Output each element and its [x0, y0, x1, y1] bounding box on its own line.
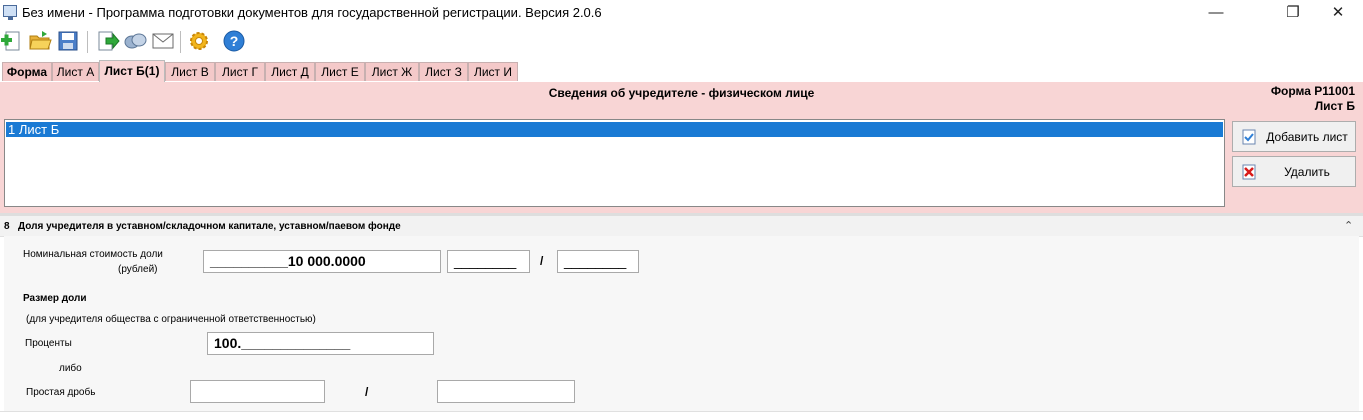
minimize-button[interactable]: —: [1193, 0, 1239, 26]
tab-list-v[interactable]: Лист В: [165, 62, 215, 81]
tab-list-e[interactable]: Лист Е: [315, 62, 365, 81]
list-item[interactable]: 1 Лист Б: [6, 122, 1223, 137]
panel-title: Сведения об учредителе - физическом лице: [548, 86, 815, 100]
section-body: Номинальная стоимость доли (рублей) ____…: [4, 236, 1359, 413]
app-monitor-icon: [3, 5, 17, 20]
toolbar-separator: [180, 31, 181, 53]
nominal-value-field[interactable]: __________10 000.0000: [203, 250, 441, 273]
tab-list-a[interactable]: Лист А: [52, 62, 99, 81]
fraction-numerator-field[interactable]: [190, 380, 325, 403]
help-icon[interactable]: ?: [222, 29, 246, 53]
share-note: (для учредителя общества с ограниченной …: [26, 314, 316, 325]
fraction-denominator-field[interactable]: [437, 380, 575, 403]
delete-label: Удалить: [1284, 165, 1330, 179]
sheet-tabs: Форма Лист А Лист Б(1) Лист В Лист Г Лис…: [0, 60, 1363, 83]
export-icon[interactable]: [96, 29, 120, 53]
percent-label: Проценты: [25, 338, 72, 349]
save-icon[interactable]: [56, 29, 80, 53]
section-number: 8: [4, 221, 10, 232]
add-document-icon: [1242, 129, 1256, 145]
fraction-slash: /: [365, 385, 369, 399]
fraction-label: Простая дробь: [26, 387, 96, 398]
tab-forma[interactable]: Форма: [2, 62, 52, 81]
toolbar: ?: [0, 27, 1363, 57]
nominal-part2-field[interactable]: ________: [447, 250, 530, 273]
add-sheet-button[interactable]: Добавить лист: [1232, 121, 1356, 152]
share-size-label: Размер доли: [23, 293, 87, 304]
tab-list-b[interactable]: Лист Б(1): [99, 60, 165, 83]
new-document-icon[interactable]: [0, 29, 24, 53]
window-title: Без имени - Программа подготовки докумен…: [22, 5, 602, 20]
collapse-chevron-icon[interactable]: ⌃: [1344, 219, 1353, 232]
share-section: 8 Доля учредителя в уставном/складочном …: [0, 216, 1363, 419]
print-icon[interactable]: [123, 29, 147, 53]
nominal-label: Номинальная стоимость доли: [23, 249, 163, 260]
maximize-button[interactable]: ❐: [1270, 0, 1316, 26]
tab-list-zh[interactable]: Лист Ж: [365, 62, 419, 81]
section-title: Доля учредителя в уставном/складочном ка…: [18, 221, 401, 232]
tab-list-d[interactable]: Лист Д: [265, 62, 315, 81]
or-label: либо: [59, 363, 82, 374]
form-code-line1: Форма Р11001: [1270, 84, 1355, 98]
title-bar: Без имени - Программа подготовки докумен…: [0, 0, 1363, 26]
tab-list-i[interactable]: Лист И: [468, 62, 518, 81]
nominal-unit-label: (рублей): [118, 264, 158, 275]
nominal-slash: /: [540, 254, 544, 268]
settings-icon[interactable]: [187, 29, 211, 53]
form-code: Форма Р11001 Лист Б: [1271, 84, 1355, 114]
percent-field[interactable]: 100.______________: [207, 332, 434, 355]
delete-document-icon: [1242, 164, 1256, 180]
close-button[interactable]: ✕: [1315, 0, 1361, 26]
nominal-part3-field[interactable]: ________: [557, 250, 639, 273]
tab-list-g[interactable]: Лист Г: [215, 62, 265, 81]
founder-panel: Сведения об учредителе - физическом лице…: [0, 82, 1363, 213]
open-folder-icon[interactable]: [28, 29, 52, 53]
toolbar-separator: [87, 31, 88, 53]
delete-button[interactable]: Удалить: [1232, 156, 1356, 187]
svg-text:?: ?: [230, 33, 239, 49]
sheet-list[interactable]: 1 Лист Б: [4, 119, 1225, 207]
form-code-line2: Лист Б: [1314, 99, 1355, 113]
tab-list-z[interactable]: Лист З: [419, 62, 468, 81]
mail-icon[interactable]: [151, 29, 175, 53]
section-header: 8 Доля учредителя в уставном/складочном …: [0, 216, 1363, 237]
add-sheet-label: Добавить лист: [1266, 130, 1348, 144]
